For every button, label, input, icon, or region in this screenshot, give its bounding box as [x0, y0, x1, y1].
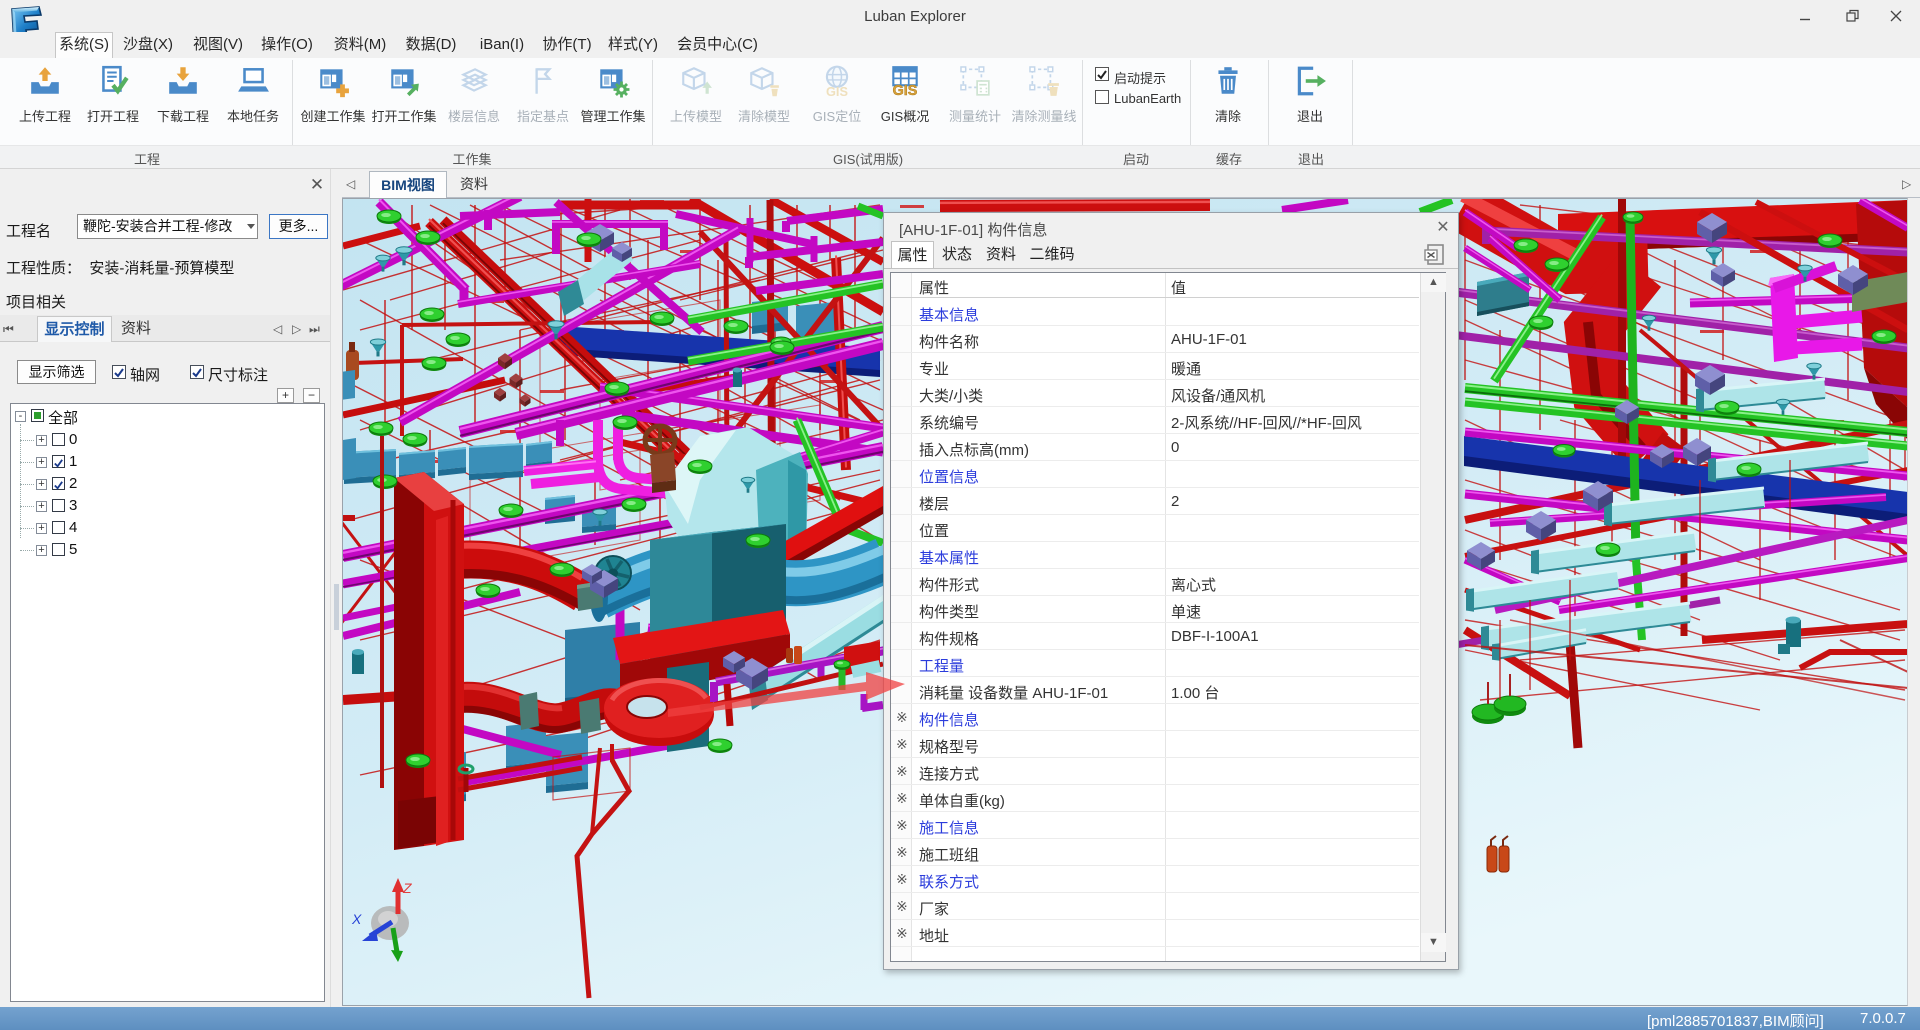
- svg-text:X: X: [351, 911, 362, 927]
- svg-text:GIS: GIS: [893, 83, 918, 98]
- svg-text:Z: Z: [402, 880, 412, 896]
- svg-text:GIS: GIS: [826, 84, 848, 98]
